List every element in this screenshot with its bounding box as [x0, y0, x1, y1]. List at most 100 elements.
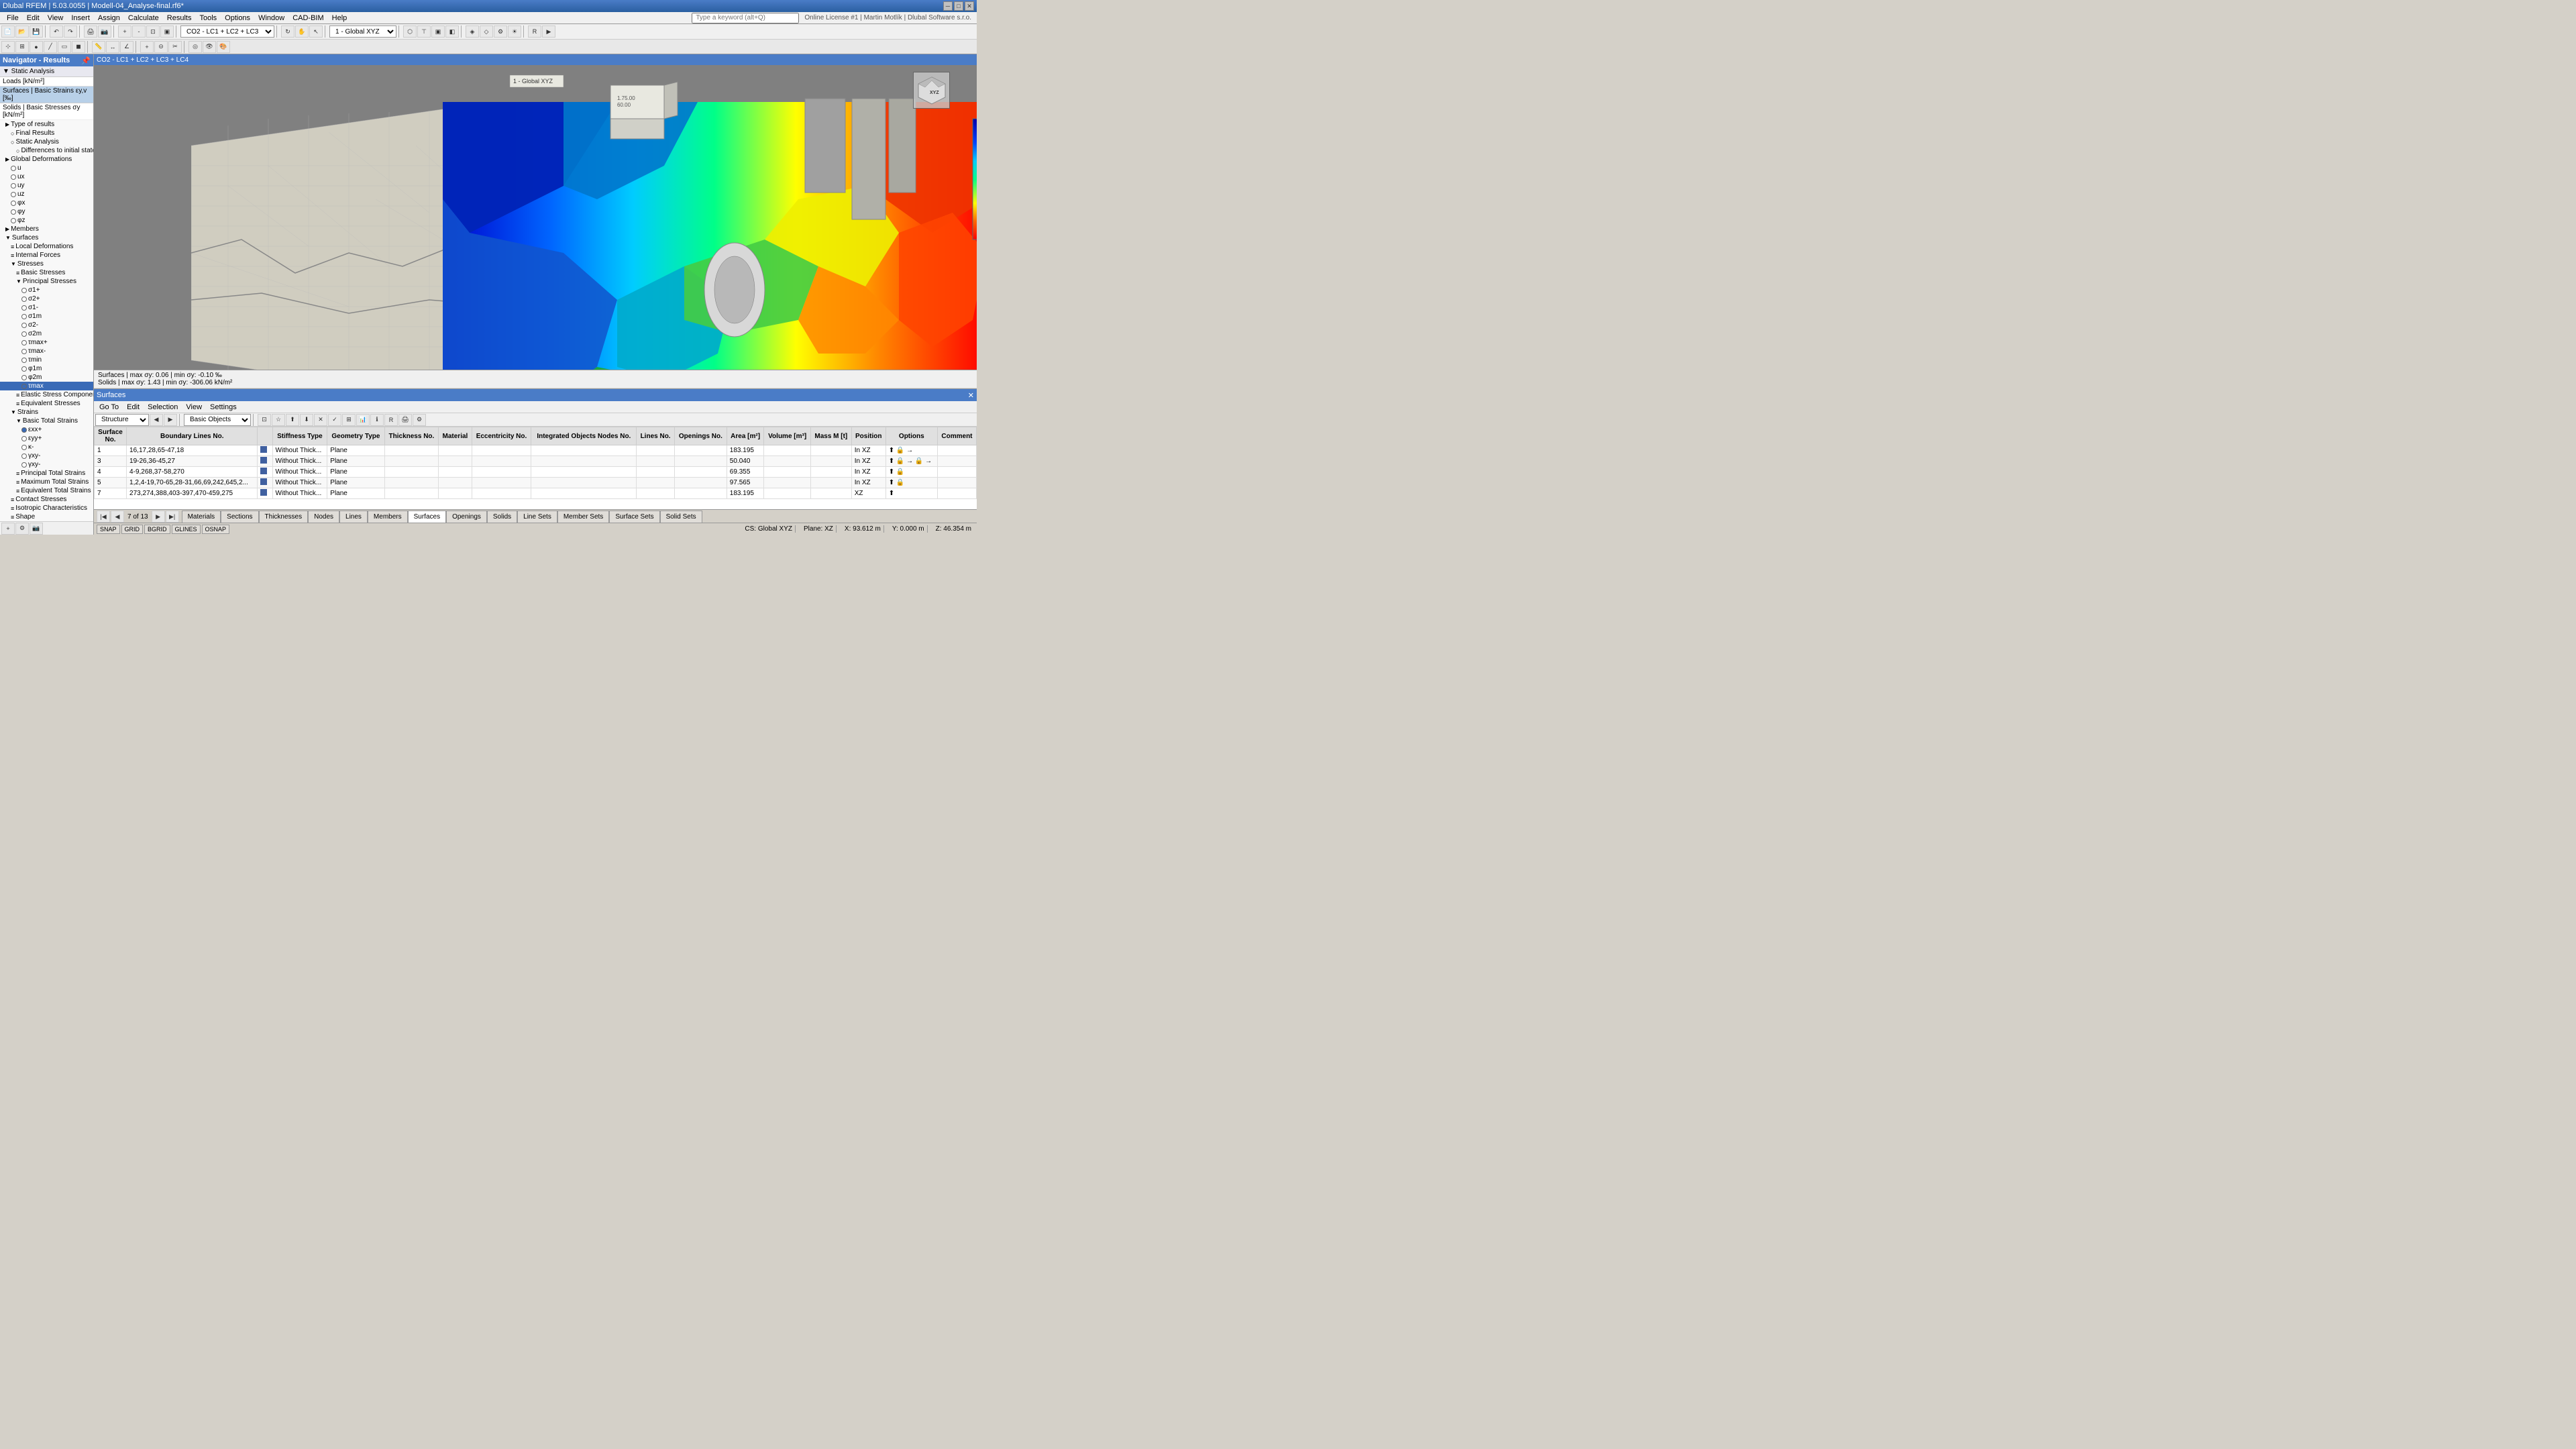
tab-surface-sets[interactable]: Surface Sets [609, 511, 659, 523]
menu-cad-bim[interactable]: CAD-BIM [288, 13, 327, 23]
nav-equiv-total-strains[interactable]: ≡Equivalent Total Strains [0, 486, 93, 495]
surfaces-table[interactable]: SurfaceNo. Boundary Lines No. Stiffness … [94, 427, 977, 509]
nav-sigma1-neg[interactable]: σ1- [0, 303, 93, 312]
nav-sigma2-neg[interactable]: σ2- [0, 321, 93, 329]
viewport-area[interactable]: CO2 - LC1 + LC2 + LC3 + LC4 [94, 54, 977, 388]
menu-results[interactable]: Results [163, 13, 196, 23]
tb-settings[interactable]: ⚙ [494, 25, 507, 38]
nav-uy[interactable]: uy [0, 181, 93, 190]
tb2-point[interactable]: + [140, 41, 154, 53]
nav-differences[interactable]: ○Differences to initial state [0, 146, 93, 155]
bottom-menu-edit[interactable]: Edit [123, 402, 144, 413]
coord-dropdown[interactable]: 1 - Global XYZ [329, 25, 396, 38]
nav-max-total-strains[interactable]: ≡Maximum Total Strains [0, 478, 93, 486]
bottom-tb-export[interactable]: ⬆ [286, 414, 299, 426]
nav-sigma2-pos[interactable]: σ2+ [0, 294, 93, 303]
search-input[interactable] [692, 13, 799, 23]
nav-contact-stresses[interactable]: ≡Contact Stresses [0, 495, 93, 504]
nav-sigma2m[interactable]: σ2m [0, 329, 93, 338]
bottom-menu-goto[interactable]: Go To [95, 402, 123, 413]
tb2-angle[interactable]: ∠ [120, 41, 133, 53]
tab-lines[interactable]: Lines [339, 511, 368, 523]
tab-surfaces[interactable]: Surfaces [408, 511, 446, 523]
status-snap[interactable]: SNAP [97, 525, 120, 534]
tb2-grid[interactable]: ⊞ [15, 41, 29, 53]
nav-u[interactable]: u [0, 164, 93, 172]
bottom-tb-column[interactable]: ⊞ [342, 414, 356, 426]
tb-results-on[interactable]: R [528, 25, 541, 38]
nav-eyy-pos[interactable]: εyy+ [0, 434, 93, 443]
nav-global-deformations[interactable]: ▶Global Deformations [0, 155, 93, 164]
table-row[interactable]: 1 16,17,28,65-47,18 Without Thick... Pla… [95, 445, 977, 456]
tb-print[interactable]: 🖨 [84, 25, 97, 38]
nav-strains-group[interactable]: ▼Strains [0, 408, 93, 417]
bottom-tb-check[interactable]: ✓ [328, 414, 341, 426]
status-glines[interactable]: GLINES [172, 525, 201, 534]
tb2-dimension[interactable]: ↔ [106, 41, 119, 53]
nav-surfaces-group[interactable]: ▼Surfaces [0, 233, 93, 242]
menu-help[interactable]: Help [328, 13, 352, 23]
nav-basic-total-strains[interactable]: ▼Basic Total Strains [0, 417, 93, 425]
tab-nodes[interactable]: Nodes [308, 511, 339, 523]
bottom-structure-dropdown[interactable]: Structure [95, 414, 149, 426]
tab-solids[interactable]: Solids [487, 511, 517, 523]
minimize-button[interactable]: ─ [943, 1, 953, 11]
nav-internal-forces[interactable]: ≡Internal Forces [0, 251, 93, 260]
tb-open[interactable]: 📂 [15, 25, 29, 38]
coordinate-cube[interactable]: XYZ [913, 72, 950, 109]
tab-materials[interactable]: Materials [182, 511, 221, 523]
nav-equiv-stresses[interactable]: ≡Equivalent Stresses [0, 399, 93, 408]
nav-phi-y[interactable]: φy [0, 207, 93, 216]
nav-phi2m[interactable]: φ2m [0, 373, 93, 382]
menu-assign[interactable]: Assign [94, 13, 124, 23]
nav-btn-camera[interactable]: 📷 [30, 523, 43, 535]
tb2-solid[interactable]: ◼ [72, 41, 85, 53]
tb-view-iso[interactable]: ⬡ [403, 25, 417, 38]
status-bgrid[interactable]: BGRID [144, 525, 170, 534]
tb-view-side[interactable]: ◧ [445, 25, 459, 38]
bottom-tb-settings[interactable]: ⚙ [413, 414, 426, 426]
nav-elastic-stress[interactable]: ≡Elastic Stress Components [0, 390, 93, 399]
viewport-3d[interactable]: 1.75.00 60.00 max min 1 - Global XYZ [94, 65, 977, 370]
tb2-visible[interactable]: 👁 [203, 41, 216, 53]
status-grid[interactable]: GRID [121, 525, 144, 534]
bottom-tb-prev[interactable]: ◀ [150, 414, 163, 426]
tb2-surface[interactable]: ▭ [58, 41, 71, 53]
tab-solid-sets[interactable]: Solid Sets [660, 511, 702, 523]
analysis-dropdown[interactable]: ▼ Static Analysis [0, 66, 93, 77]
tb-new[interactable]: 📄 [1, 25, 15, 38]
bottom-tb-info[interactable]: ℹ [370, 414, 384, 426]
tab-thicknesses[interactable]: Thicknesses [259, 511, 309, 523]
nav-members[interactable]: ▶Members [0, 225, 93, 233]
nav-sigma1-pos[interactable]: σ1+ [0, 286, 93, 294]
tb-select[interactable]: ↖ [309, 25, 323, 38]
bottom-tb-highlight[interactable]: ☆ [272, 414, 285, 426]
page-first[interactable]: |◀ [97, 511, 110, 523]
tb2-cut[interactable]: ✂ [168, 41, 182, 53]
bottom-menu-settings[interactable]: Settings [206, 402, 241, 413]
page-last[interactable]: ▶| [166, 511, 179, 523]
nav-gamma-neg2[interactable]: γxy- [0, 460, 93, 469]
table-row[interactable]: 3 19-26,36-45,27 Without Thick... Plane [95, 456, 977, 467]
tab-line-sets[interactable]: Line Sets [517, 511, 557, 523]
bottom-tb-results[interactable]: R [384, 414, 398, 426]
nav-tau-maxpos[interactable]: τmax+ [0, 338, 93, 347]
nav-surfaces-strains[interactable]: Surfaces | Basic Strains εy,v [‰] [0, 87, 93, 103]
nav-loads[interactable]: Loads [kN/m²] [0, 77, 93, 87]
tb2-line[interactable]: ╱ [44, 41, 57, 53]
tb2-node[interactable]: ● [30, 41, 43, 53]
menu-tools[interactable]: Tools [195, 13, 221, 23]
nav-shape[interactable]: ≡Shape [0, 513, 93, 521]
bottom-tb-delete[interactable]: ✕ [314, 414, 327, 426]
nav-principal-stresses[interactable]: ▼Principal Stresses [0, 277, 93, 286]
tb-render[interactable]: ◈ [466, 25, 479, 38]
bottom-tb-next[interactable]: ▶ [164, 414, 177, 426]
bottom-tb-import[interactable]: ⬇ [300, 414, 313, 426]
tb-animation[interactable]: ▶ [542, 25, 555, 38]
nav-gamma-neg[interactable]: γxy- [0, 451, 93, 460]
navigator-pin[interactable]: 📌 [81, 56, 91, 65]
bottom-tb-filter[interactable]: ⊡ [258, 414, 271, 426]
bottom-tb-print[interactable]: 🖨 [398, 414, 412, 426]
status-osnap[interactable]: OSNAP [202, 525, 230, 534]
nav-stresses-group[interactable]: ▼Stresses [0, 260, 93, 268]
